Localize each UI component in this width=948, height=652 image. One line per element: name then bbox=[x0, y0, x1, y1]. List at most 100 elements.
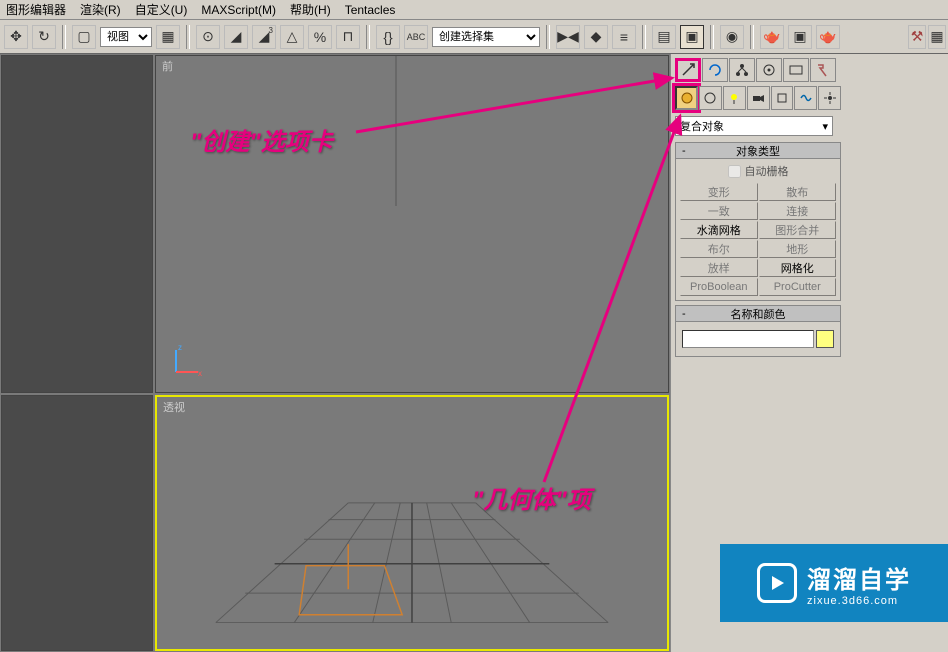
percent-snap-icon[interactable]: % bbox=[308, 25, 332, 49]
angle-snap-icon[interactable]: △ bbox=[280, 25, 304, 49]
tab-create[interactable] bbox=[675, 58, 701, 82]
front-grid bbox=[156, 56, 456, 206]
hierarchy-icon bbox=[734, 62, 750, 78]
subtab-spacewarps[interactable] bbox=[794, 86, 817, 110]
btn-loft: 放样 bbox=[680, 259, 758, 277]
light-icon bbox=[727, 91, 741, 105]
tab-modify[interactable] bbox=[702, 58, 728, 82]
viewports: 前 z x 透视 bbox=[0, 54, 670, 652]
watermark-url: zixue.3d66.com bbox=[807, 595, 911, 607]
object-type-rollout-title: 对象类型 bbox=[736, 143, 780, 159]
snap-edge-icon[interactable]: ◢ bbox=[224, 25, 248, 49]
btn-morph: 变形 bbox=[680, 183, 758, 201]
watermark: 溜溜自学 zixue.3d66.com bbox=[720, 544, 948, 622]
mirror-icon[interactable]: ▶◀ bbox=[556, 25, 580, 49]
quick-render-icon[interactable]: 🫖 bbox=[816, 25, 840, 49]
menu-item-graph-editor[interactable]: 图形编辑器 bbox=[6, 1, 66, 18]
named-sel-icon[interactable]: {} bbox=[376, 25, 400, 49]
category-dropdown[interactable]: 复合对象 ▾ bbox=[675, 116, 833, 136]
spacewarp-icon bbox=[799, 91, 813, 105]
subtab-systems[interactable] bbox=[818, 86, 841, 110]
rotate-tool-icon[interactable]: ↻ bbox=[32, 25, 56, 49]
display-icon bbox=[788, 62, 804, 78]
menu-item-customize[interactable]: 自定义(U) bbox=[135, 1, 188, 18]
render-setup-icon[interactable]: 🫖 bbox=[760, 25, 784, 49]
subtab-geometry[interactable] bbox=[675, 86, 698, 110]
object-name-input[interactable] bbox=[682, 330, 814, 348]
object-color-swatch[interactable] bbox=[816, 330, 834, 348]
subtab-helpers[interactable] bbox=[771, 86, 794, 110]
extra-tool-2-icon[interactable]: ▦ bbox=[928, 25, 946, 49]
menu-item-render[interactable]: 渲染(R) bbox=[80, 1, 121, 18]
tab-utilities[interactable] bbox=[810, 58, 836, 82]
tab-hierarchy[interactable] bbox=[729, 58, 755, 82]
perspective-grid bbox=[157, 397, 667, 648]
motion-icon bbox=[761, 62, 777, 78]
create-subtabs bbox=[675, 86, 841, 110]
render-frame-icon[interactable]: ▣ bbox=[788, 25, 812, 49]
selection-set-dropdown[interactable]: 创建选择集 bbox=[432, 27, 540, 47]
tab-display[interactable] bbox=[783, 58, 809, 82]
object-type-rollout-header[interactable]: - 对象类型 bbox=[675, 142, 841, 159]
viewport-top-left[interactable] bbox=[1, 55, 153, 393]
systems-icon bbox=[823, 91, 837, 105]
helper-icon bbox=[775, 91, 789, 105]
btn-boolean: 布尔 bbox=[680, 240, 758, 258]
layers-icon[interactable]: ≡ bbox=[612, 25, 636, 49]
btn-terrain: 地形 bbox=[759, 240, 837, 258]
camera-icon bbox=[751, 91, 765, 105]
btn-procutter: ProCutter bbox=[759, 278, 837, 296]
object-type-rollout: - 对象类型 自动栅格 变形 散布 一致 连接 水滴网格 图形合并 布尔 地形 bbox=[675, 142, 841, 301]
category-dropdown-value: 复合对象 bbox=[680, 118, 724, 134]
extra-tool-1-icon[interactable]: ⚒ bbox=[908, 25, 926, 49]
schematic-icon[interactable]: ▣ bbox=[680, 25, 704, 49]
btn-conform: 一致 bbox=[680, 202, 758, 220]
rollout-toggle-icon: - bbox=[682, 145, 686, 157]
object-buttons-grid: 变形 散布 一致 连接 水滴网格 图形合并 布尔 地形 放样 网格化 ProBo… bbox=[680, 183, 836, 296]
toolbar-right-strip: ⚒ ▦ bbox=[906, 20, 948, 54]
menu-item-help[interactable]: 帮助(H) bbox=[290, 1, 331, 18]
magnet-icon[interactable]: ⊓ bbox=[336, 25, 360, 49]
menu-item-tentacles[interactable]: Tentacles bbox=[345, 3, 396, 17]
reference-dropdown[interactable]: 视图 bbox=[100, 27, 152, 47]
auto-grid-checkbox bbox=[728, 165, 741, 178]
svg-text:z: z bbox=[178, 343, 182, 352]
scale-tool-icon[interactable]: ▢ bbox=[72, 25, 96, 49]
auto-grid-row: 自动栅格 bbox=[680, 163, 836, 179]
watermark-title: 溜溜自学 bbox=[807, 560, 911, 595]
axis-gizmo-front: z x bbox=[168, 340, 208, 380]
snap-vertex-icon[interactable]: ⊙ bbox=[196, 25, 220, 49]
svg-text:x: x bbox=[198, 369, 202, 378]
viewport-front[interactable]: 前 z x bbox=[155, 55, 669, 393]
btn-scatter: 散布 bbox=[759, 183, 837, 201]
viewport-perspective[interactable]: 透视 bbox=[155, 395, 669, 651]
btn-connect: 连接 bbox=[759, 202, 837, 220]
subtab-cameras[interactable] bbox=[747, 86, 770, 110]
material-editor-icon[interactable]: ◉ bbox=[720, 25, 744, 49]
name-color-rollout-header[interactable]: - 名称和颜色 bbox=[675, 305, 841, 322]
viewport-bottom-left[interactable] bbox=[1, 395, 153, 651]
btn-blobmesh[interactable]: 水滴网格 bbox=[680, 221, 758, 239]
subtab-lights[interactable] bbox=[723, 86, 746, 110]
menu-bar: 图形编辑器 渲染(R) 自定义(U) MAXScript(M) 帮助(H) Te… bbox=[0, 0, 948, 20]
main-toolbar: ✥ ↻ ▢ 视图 ▦ ⊙ ◢ ◢3 △ % ⊓ {} ABC 创建选择集 ▶◀ … bbox=[0, 20, 948, 54]
subtab-shapes[interactable] bbox=[699, 86, 722, 110]
move-tool-icon[interactable]: ✥ bbox=[4, 25, 28, 49]
tab-motion[interactable] bbox=[756, 58, 782, 82]
shape-icon bbox=[703, 91, 717, 105]
curve-editor-icon[interactable]: ▤ bbox=[652, 25, 676, 49]
sphere-icon bbox=[680, 91, 694, 105]
snap-3-icon[interactable]: ◢3 bbox=[252, 25, 276, 49]
play-icon bbox=[757, 563, 797, 603]
grid-icon[interactable]: ▦ bbox=[156, 25, 180, 49]
align-icon[interactable]: ◆ bbox=[584, 25, 608, 49]
rollout-toggle-icon-2: - bbox=[682, 308, 686, 320]
btn-proboolean: ProBoolean bbox=[680, 278, 758, 296]
btn-shapemerge: 图形合并 bbox=[759, 221, 837, 239]
auto-grid-label: 自动栅格 bbox=[745, 163, 789, 179]
menu-item-maxscript[interactable]: MAXScript(M) bbox=[201, 3, 276, 17]
btn-mesher[interactable]: 网格化 bbox=[759, 259, 837, 277]
abc-icon[interactable]: ABC bbox=[404, 25, 428, 49]
command-tabs bbox=[675, 58, 841, 82]
hammer-icon bbox=[815, 62, 831, 78]
